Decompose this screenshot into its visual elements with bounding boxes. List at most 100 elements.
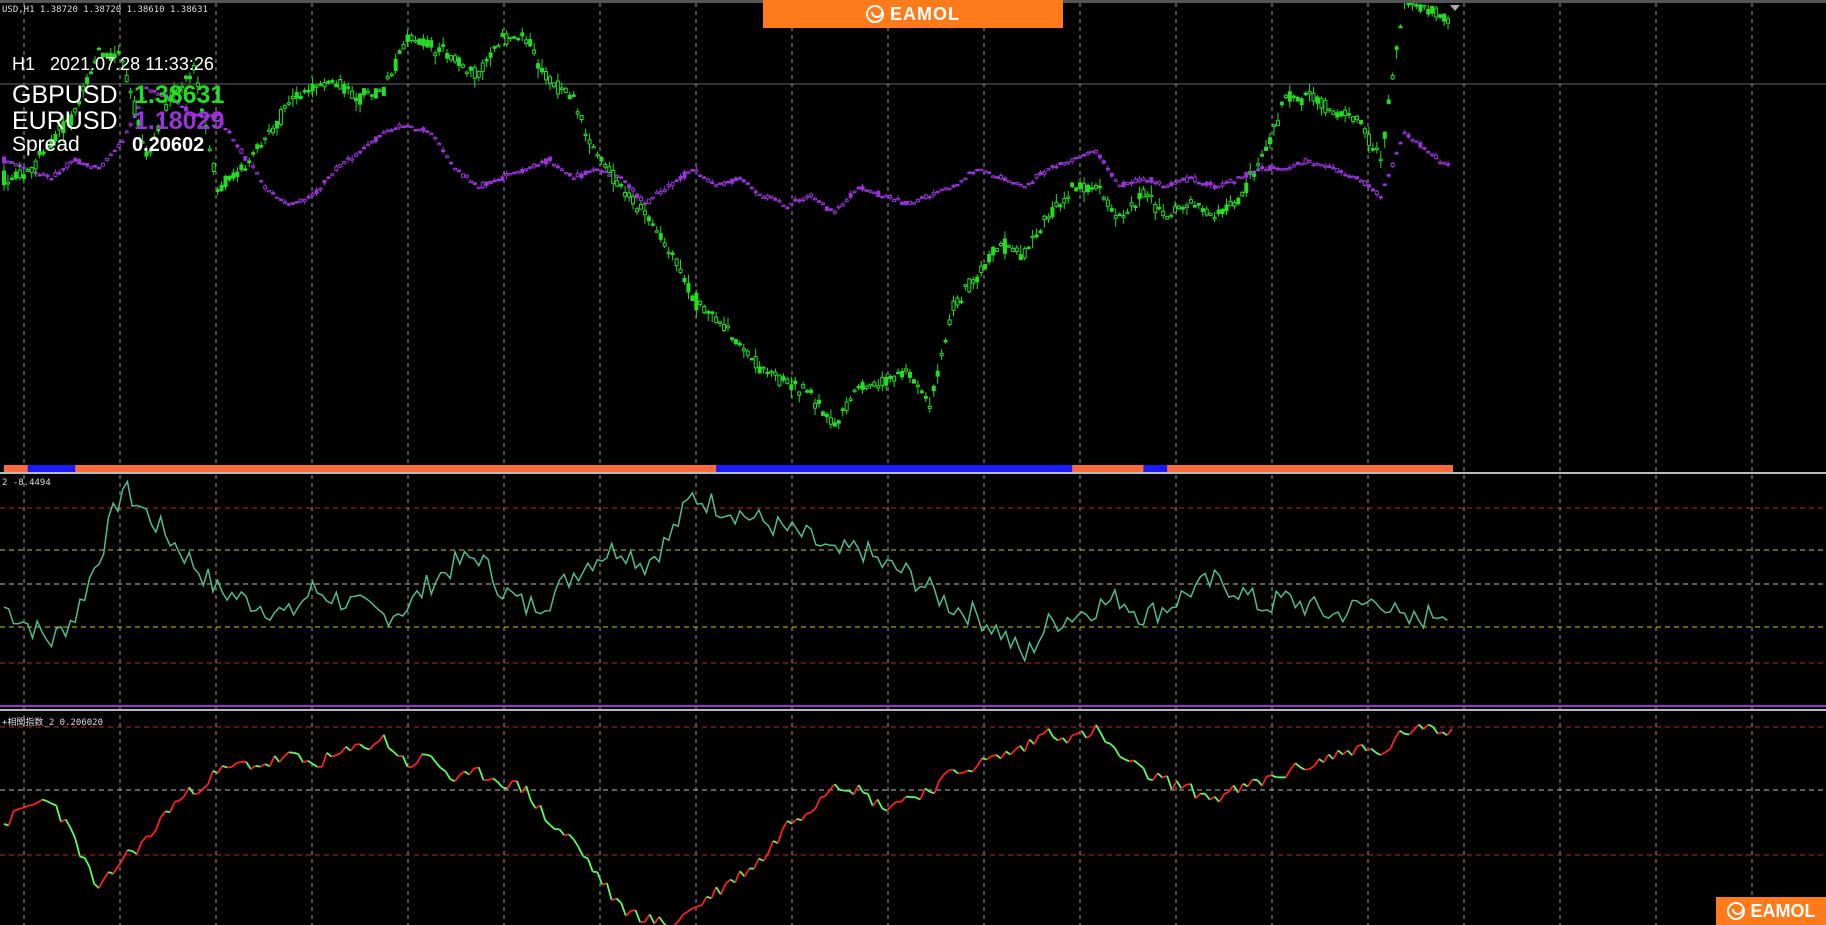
candle-body xyxy=(17,169,22,179)
candle-body xyxy=(1362,180,1367,187)
correlation-segment xyxy=(411,762,418,768)
candle-body xyxy=(496,178,501,182)
candle-body xyxy=(381,86,386,96)
candle-body xyxy=(298,95,303,100)
candle-body xyxy=(405,125,410,128)
candle-body xyxy=(967,278,972,293)
correlation-segment xyxy=(331,754,337,758)
correlation-segment xyxy=(696,904,703,908)
candle-body xyxy=(464,71,469,74)
candle-body xyxy=(1335,168,1340,173)
correlation-segment xyxy=(506,780,513,790)
candle-body xyxy=(1050,165,1055,168)
candle-body xyxy=(907,201,912,205)
candle-body xyxy=(722,181,727,186)
candle-body xyxy=(504,33,509,46)
candle-body xyxy=(235,171,240,177)
correlation-segment xyxy=(781,820,789,830)
candle-body xyxy=(1153,203,1158,214)
price-panel[interactable] xyxy=(0,0,1826,429)
candle-body xyxy=(915,384,920,388)
candle-body xyxy=(81,162,86,166)
candle-body xyxy=(714,184,719,187)
candle-body xyxy=(785,378,790,384)
candle-body xyxy=(373,88,378,99)
candle-body xyxy=(935,190,940,194)
correlation-segment xyxy=(1242,782,1249,788)
correlation-segment xyxy=(1442,731,1448,736)
candle-body xyxy=(1082,183,1087,193)
correlation-segment xyxy=(568,833,575,841)
candle-body xyxy=(1303,158,1308,165)
candle-body xyxy=(1366,184,1371,188)
correlation-segment xyxy=(449,778,456,782)
trend-segment xyxy=(75,465,100,473)
correlation-segment xyxy=(1105,741,1111,745)
correlation-segment xyxy=(587,858,594,872)
correlation-segment xyxy=(349,743,357,752)
brand-logo-top[interactable]: EAMOL xyxy=(763,0,1063,28)
correlation-segment xyxy=(1232,784,1240,794)
scroll-marker-icon[interactable] xyxy=(1450,5,1460,11)
candle-body xyxy=(805,195,810,199)
candle-body xyxy=(346,157,351,160)
candle-body xyxy=(579,173,584,179)
correlation-segment xyxy=(1370,748,1377,754)
candle-body xyxy=(1224,181,1229,184)
candle-body xyxy=(959,300,964,304)
candle-body xyxy=(931,191,936,196)
candle-body xyxy=(302,198,307,202)
correlation-segment xyxy=(51,802,57,807)
trend-segment xyxy=(431,465,457,473)
correlation-segment xyxy=(1080,730,1088,739)
candle-body xyxy=(2,170,6,186)
candle-body xyxy=(979,265,984,274)
trend-segment xyxy=(1333,465,1359,473)
candle-body xyxy=(381,131,386,134)
candle-body xyxy=(1390,162,1395,168)
candle-body xyxy=(777,200,782,203)
correlation-panel[interactable] xyxy=(0,723,1826,925)
correlation-segment xyxy=(900,796,907,803)
correlation-segment xyxy=(278,755,285,763)
candle-body xyxy=(987,253,992,263)
correlation-segment xyxy=(824,789,831,797)
candle-body xyxy=(832,210,837,214)
trend-segment xyxy=(1190,465,1216,473)
candle-body xyxy=(1311,92,1316,102)
correlation-segment xyxy=(1389,738,1396,750)
oscillator-panel[interactable] xyxy=(0,479,1826,664)
candle-body xyxy=(828,208,833,211)
correlation-segment xyxy=(459,770,466,776)
candle-body xyxy=(666,184,671,187)
candle-body xyxy=(460,64,465,68)
candle-body xyxy=(836,420,841,424)
trading-chart[interactable] xyxy=(0,0,1826,925)
correlation-segment xyxy=(1380,751,1386,756)
candle-body xyxy=(991,175,996,178)
candle-body xyxy=(413,128,418,132)
correlation-segment xyxy=(335,751,342,757)
candle-body xyxy=(947,187,952,191)
trend-segment xyxy=(1048,465,1074,473)
candle-body xyxy=(274,196,279,200)
candle-body xyxy=(951,300,956,311)
candle-body xyxy=(1390,74,1395,80)
candle-body xyxy=(682,277,687,283)
trend-segment xyxy=(621,465,646,473)
candle-body xyxy=(694,292,699,311)
candle-body xyxy=(1200,183,1205,186)
candle-body xyxy=(836,205,841,209)
candle-body xyxy=(931,385,936,392)
brand-logo-bottom[interactable]: EAMOL xyxy=(1716,897,1826,925)
candle-body xyxy=(1220,182,1225,187)
candle-body xyxy=(824,206,829,212)
candle-body xyxy=(1347,113,1352,116)
candle-body xyxy=(674,258,679,267)
trend-segment xyxy=(549,465,575,473)
candle-body xyxy=(1410,2,1415,6)
candle-body xyxy=(658,233,663,240)
correlation-segment xyxy=(1304,768,1310,771)
candle-body xyxy=(710,181,715,185)
candle-body xyxy=(231,139,236,142)
